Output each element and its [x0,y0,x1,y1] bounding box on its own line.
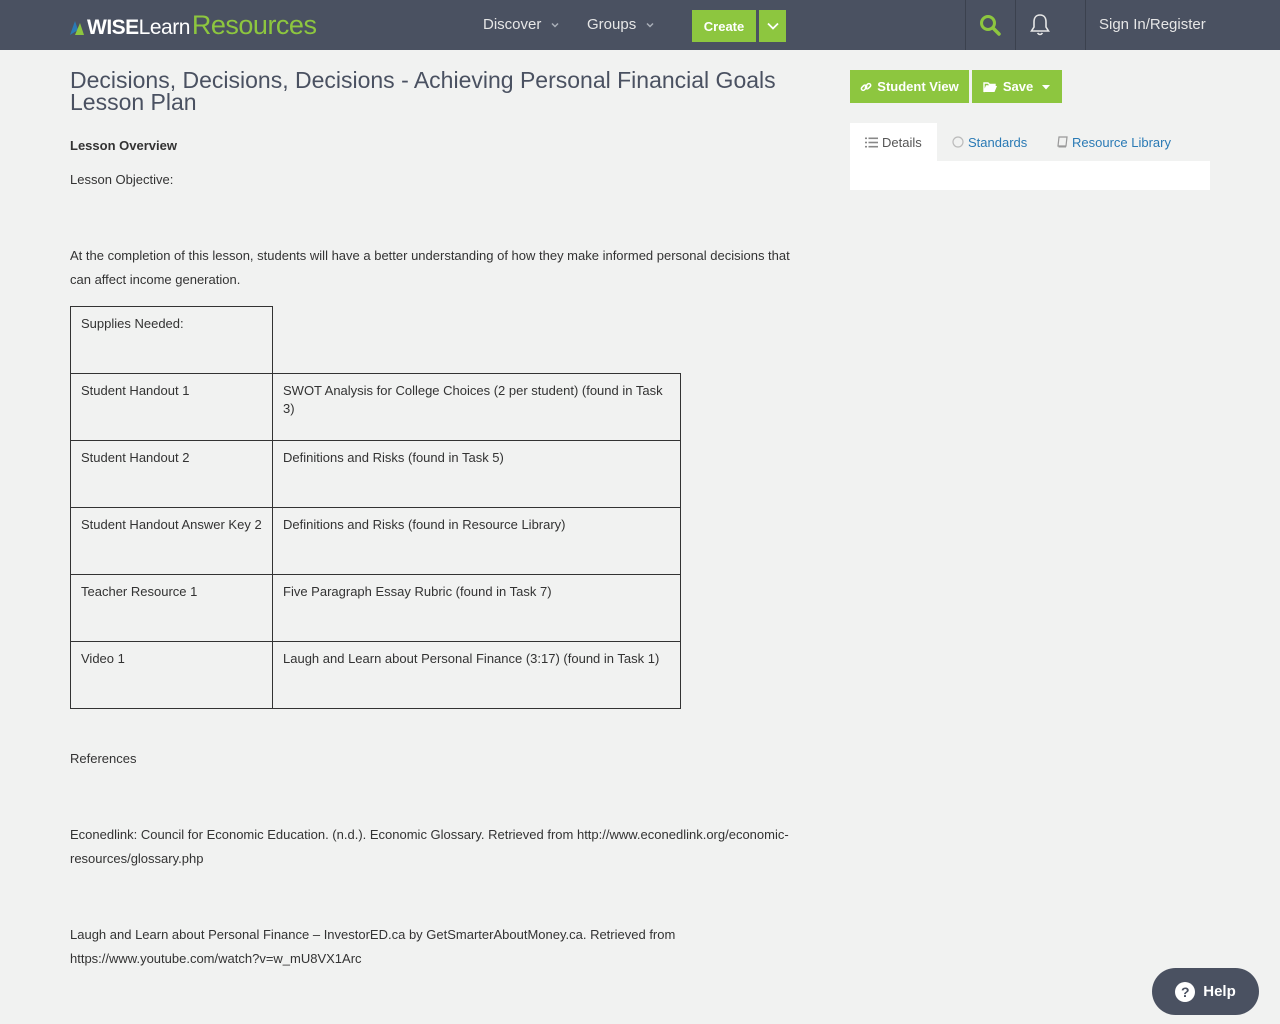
table-cell-item: Teacher Resource 1 [70,574,273,642]
search-icon [980,15,1001,36]
table-cell-desc: Definitions and Risks (found in Resource… [272,507,681,575]
table-cell-item: Student Handout 1 [70,373,273,441]
details-tabs: Details Standards Resource Library [850,123,1210,161]
student-view-label: Student View [877,79,959,94]
logo-mark-icon [70,21,84,35]
tab-panel-details [850,161,1210,190]
table-cell-desc: Laugh and Learn about Personal Finance (… [272,641,681,709]
table-cell-desc: Definitions and Risks (found in Task 5) [272,440,681,508]
top-navbar: WISE Learn Resources Discover Groups Cre… [0,0,1280,50]
logo-wise-text: WISE [87,16,139,39]
lesson-objective-text: At the completion of this lesson, studen… [70,248,790,287]
table-cell-desc: SWOT Analysis for College Choices (2 per… [272,373,681,441]
supplies-label: Supplies Needed: [81,316,184,331]
supply-description: SWOT Analysis for College Choices (2 per… [283,383,663,416]
page-title: Decisions, Decisions, Decisions - Achiev… [70,67,776,115]
supply-item: Video 1 [81,651,125,666]
logo-learn-text: Learn [138,16,191,39]
chevron-down-icon [551,22,559,28]
supply-description: Five Paragraph Essay Rubric (found in Ta… [283,584,552,599]
create-dropdown-toggle[interactable] [759,10,786,42]
caret-down-icon [1042,84,1051,89]
reference-item: Laugh and Learn about Personal Finance –… [70,927,676,966]
supply-item: Student Handout 2 [81,450,190,465]
nav-discover[interactable]: Discover [483,0,560,50]
save-button[interactable]: Save [972,70,1062,103]
supply-description: Laugh and Learn about Personal Finance (… [283,651,660,666]
create-button[interactable]: Create [692,10,756,42]
search-button[interactable] [965,0,1015,50]
sign-in-register-link[interactable]: Sign In/Register [1099,0,1206,50]
site-logo[interactable]: WISE Learn Resources [70,10,317,40]
supplies-header-cell: Supplies Needed: [70,306,273,374]
chevron-down-icon [766,22,779,30]
notifications-button[interactable] [1015,0,1065,50]
tab-details[interactable]: Details [850,123,937,161]
supply-item: Teacher Resource 1 [81,584,198,599]
list-icon [865,137,878,147]
help-button[interactable]: ? Help [1152,968,1259,1015]
references-label: References [70,751,137,766]
help-label: Help [1203,983,1236,1000]
tab-resource-library[interactable]: Resource Library [1057,123,1171,161]
reference-item: Econedlink: Council for Economic Educati… [70,827,789,866]
lesson-overview-heading: Lesson Overview [70,138,177,153]
chevron-down-icon [646,22,654,28]
tab-details-label: Details [882,134,922,150]
supply-description: Definitions and Risks (found in Task 5) [283,450,504,465]
supply-item: Student Handout Answer Key 2 [81,517,262,532]
student-view-button[interactable]: Student View [850,70,969,103]
circle-icon [952,136,964,148]
supply-item: Student Handout 1 [81,383,190,398]
tab-standards[interactable]: Standards [952,123,1027,161]
nav-groups[interactable]: Groups [587,0,655,50]
nav-groups-label: Groups [587,16,637,33]
lesson-objective-label: Lesson Objective: [70,172,174,187]
nav-divider [1085,0,1086,50]
bell-icon [1030,14,1050,36]
table-cell-desc: Five Paragraph Essay Rubric (found in Ta… [272,574,681,642]
tab-standards-label: Standards [968,134,1028,150]
table-cell-item: Video 1 [70,641,273,709]
save-label: Save [1002,79,1034,94]
logo-resources-text: Resources [191,10,317,40]
table-cell-item: Student Handout 2 [70,440,273,508]
tab-resource-library-label: Resource Library [1072,134,1171,150]
supply-description: Definitions and Risks (found in Resource… [283,517,566,532]
book-icon [1057,136,1068,148]
question-icon: ? [1175,981,1196,1002]
link-icon [860,82,872,91]
nav-discover-label: Discover [483,16,542,33]
table-cell-item: Student Handout Answer Key 2 [70,507,273,575]
folder-open-icon [983,81,997,92]
